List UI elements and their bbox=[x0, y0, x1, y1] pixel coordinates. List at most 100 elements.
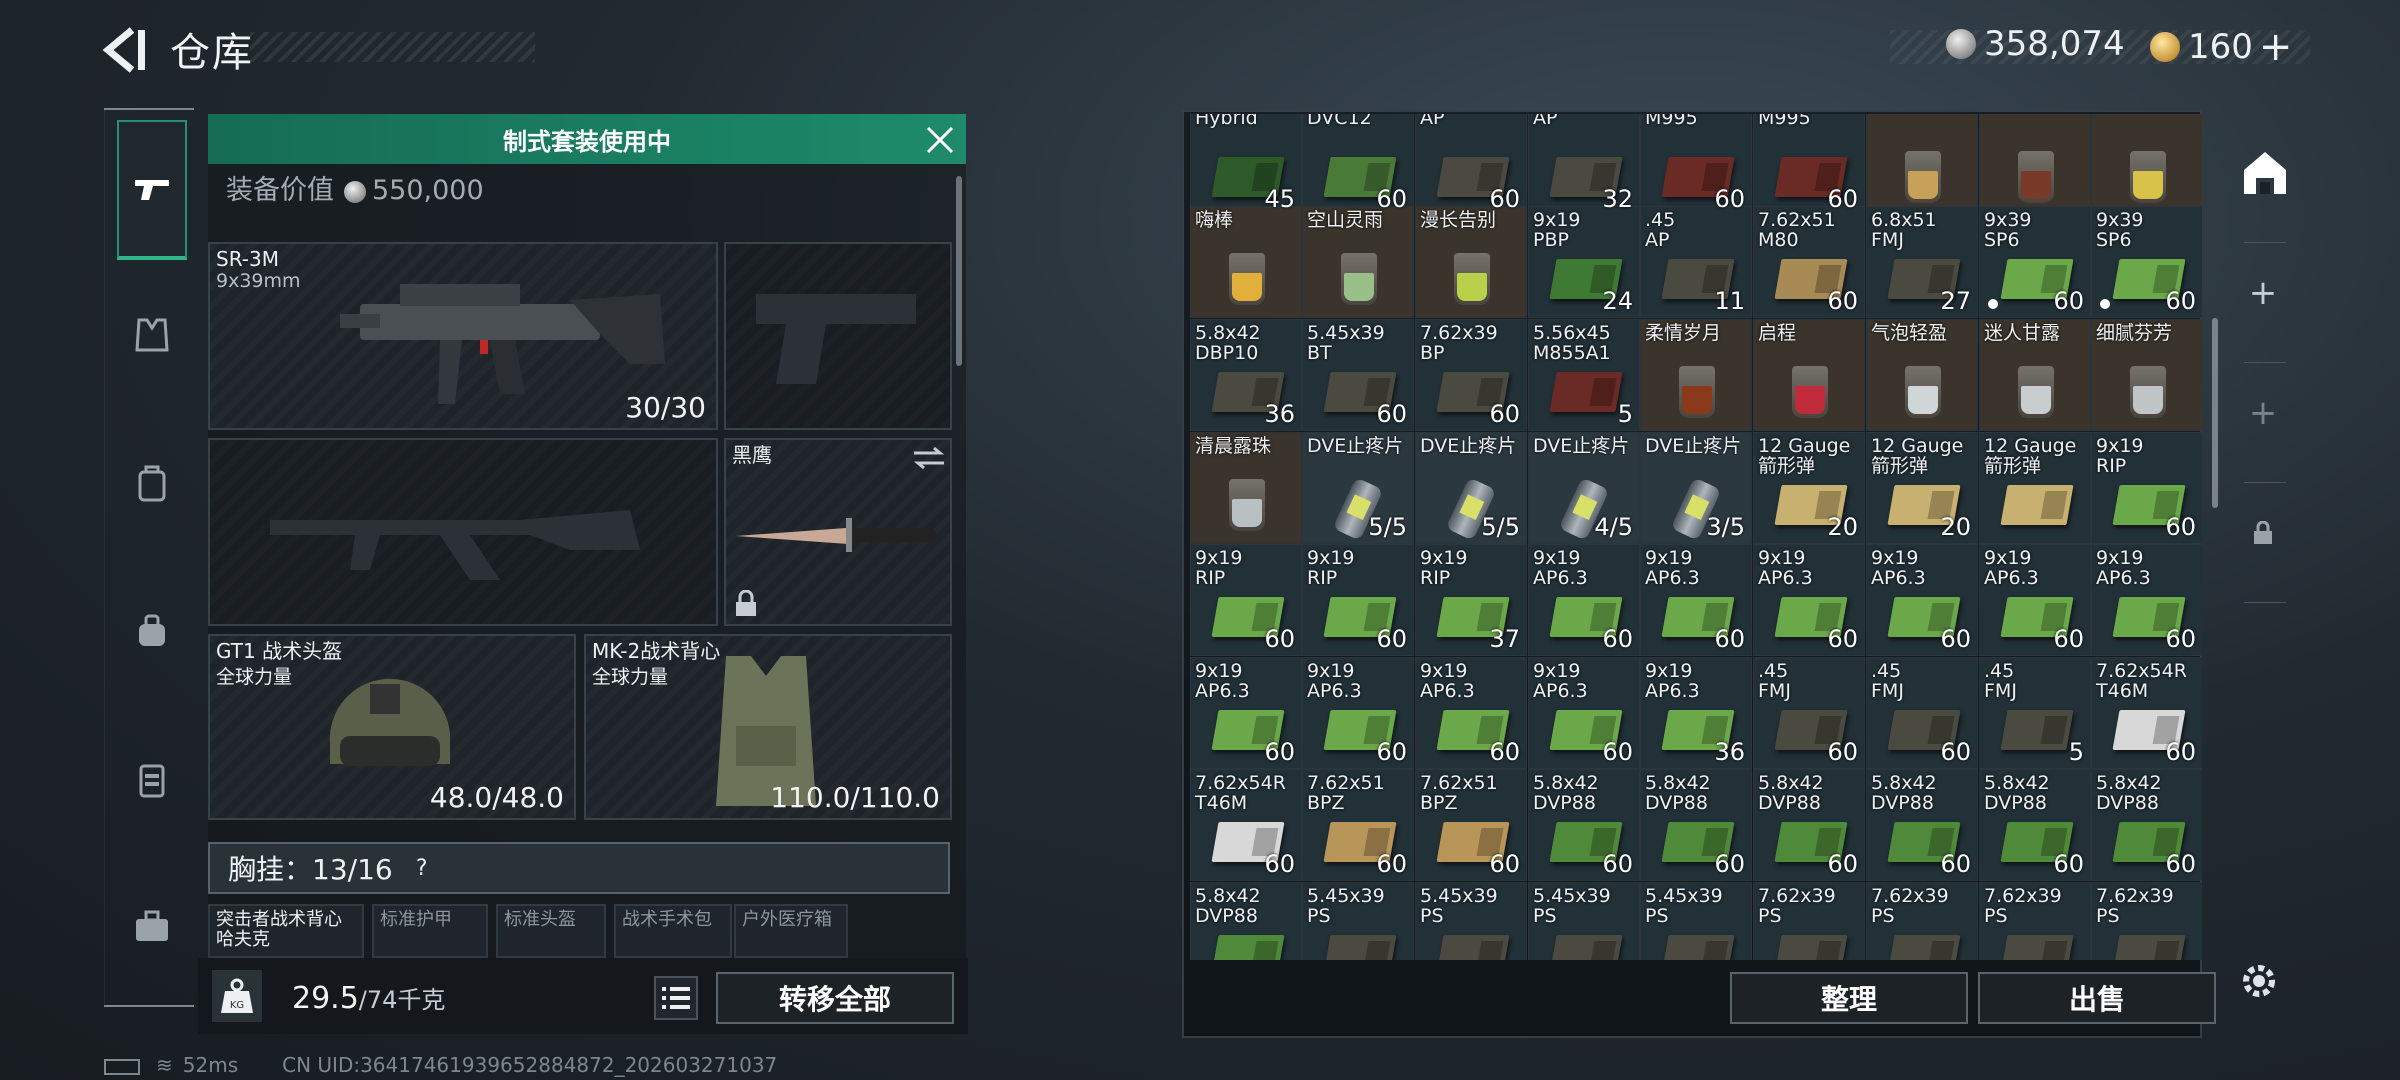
inventory-item[interactable]: 5.8x42 DBP10 36 bbox=[1190, 319, 1302, 431]
inventory-item[interactable]: AP 60 bbox=[1415, 114, 1527, 216]
chest-rig-row[interactable]: 胸挂：13/16? bbox=[208, 842, 950, 894]
inventory-item[interactable]: M995 60 bbox=[1640, 114, 1752, 216]
inventory-item[interactable]: 12 Gauge 箭形弹 20 bbox=[1866, 432, 1978, 544]
rig-item-slot[interactable]: 标准护甲 bbox=[372, 904, 488, 958]
back-button[interactable] bbox=[98, 22, 150, 78]
loadout-scrollbar[interactable] bbox=[956, 176, 962, 366]
inventory-item[interactable]: 9x19 AP6.3 60 bbox=[1190, 657, 1302, 769]
inventory-item[interactable]: 9x19 RIP 60 bbox=[1302, 544, 1414, 656]
inventory-item[interactable]: 7.62x54R T46M 60 bbox=[2091, 657, 2202, 769]
inventory-item[interactable]: 嗨棒 bbox=[1190, 206, 1302, 318]
inventory-item[interactable]: M995 60 bbox=[1753, 114, 1865, 216]
inventory-item[interactable]: 7.62x51 M80 60 bbox=[1753, 206, 1865, 318]
inventory-item[interactable]: DVE止疼片 5/5 bbox=[1302, 432, 1414, 544]
rig-item-slot[interactable]: 标准头盔 bbox=[496, 904, 606, 958]
inventory-item[interactable]: 9x19 RIP 37 bbox=[1415, 544, 1527, 656]
inventory-item[interactable]: 7.62x54R T46M 60 bbox=[1190, 769, 1302, 881]
inventory-item[interactable] bbox=[1979, 114, 2091, 216]
inventory-item[interactable]: 5.45x39 PS bbox=[1640, 882, 1752, 960]
inventory-item[interactable]: 5.8x42 DVP88 60 bbox=[1528, 769, 1640, 881]
sell-button[interactable]: 出售 bbox=[1978, 972, 2216, 1024]
inventory-item[interactable]: 5.45x39 PS bbox=[1302, 882, 1414, 960]
armor-slot[interactable]: MK-2战术背心 全球力量 110.0/110.0 bbox=[584, 634, 952, 820]
inventory-item[interactable] bbox=[2091, 114, 2202, 216]
secondary-weapon-slot[interactable] bbox=[208, 438, 718, 626]
close-preset-button[interactable] bbox=[920, 120, 960, 160]
inventory-item[interactable]: DVE止疼片 4/5 bbox=[1528, 432, 1640, 544]
inventory-item[interactable]: .45 FMJ 5 bbox=[1979, 657, 2091, 769]
inventory-item[interactable]: 清晨露珠 bbox=[1190, 432, 1302, 544]
swap-icon[interactable] bbox=[912, 446, 946, 470]
tab-storage[interactable] bbox=[2240, 148, 2290, 198]
inventory-item[interactable]: 9x19 AP6.3 60 bbox=[1979, 544, 2091, 656]
inventory-item[interactable]: 空山灵雨 bbox=[1302, 206, 1414, 318]
locked-page[interactable] bbox=[2240, 510, 2286, 556]
inventory-item[interactable]: DVC12 60 bbox=[1302, 114, 1414, 216]
inventory-item[interactable]: 7.62x51 BPZ 60 bbox=[1415, 769, 1527, 881]
transfer-all-button[interactable]: 转移全部 bbox=[716, 972, 954, 1024]
rig-item-slot[interactable]: 战术手术包 bbox=[614, 904, 732, 958]
nav-armor[interactable] bbox=[117, 300, 187, 370]
nav-rig[interactable] bbox=[117, 744, 187, 814]
inventory-item[interactable]: 迷人甘露 bbox=[1979, 319, 2091, 431]
inventory-item[interactable]: 5.8x42 DVP88 60 bbox=[1866, 769, 1978, 881]
add-currency-button[interactable]: + bbox=[2259, 24, 2293, 70]
inventory-item[interactable]: 9x39 SP6 60 bbox=[2091, 206, 2202, 318]
inventory-item[interactable]: AP 32 bbox=[1528, 114, 1640, 216]
primary-weapon-slot[interactable]: SR-3M 9x39mm 30/30 bbox=[208, 242, 718, 430]
inventory-item[interactable]: 7.62x39 BP 60 bbox=[1415, 319, 1527, 431]
inventory-item[interactable]: 9x19 AP6.3 36 bbox=[1640, 657, 1752, 769]
sort-button[interactable]: 整理 bbox=[1730, 972, 1968, 1024]
inventory-item[interactable]: .45 FMJ 60 bbox=[1753, 657, 1865, 769]
sidearm-slot[interactable] bbox=[724, 242, 952, 430]
storage-scrollbar[interactable] bbox=[2212, 318, 2218, 508]
inventory-item[interactable]: 7.62x39 PS bbox=[1979, 882, 2091, 960]
inventory-item[interactable]: 5.45x39 BT 60 bbox=[1302, 319, 1414, 431]
inventory-item[interactable]: 9x19 AP6.3 60 bbox=[2091, 544, 2202, 656]
add-page-button[interactable]: + bbox=[2240, 390, 2286, 436]
inventory-item[interactable]: 5.8x42 DVP88 60 bbox=[1979, 769, 2091, 881]
nav-weapons[interactable] bbox=[117, 120, 187, 260]
inventory-item[interactable]: 12 Gauge 箭形弹 20 bbox=[1753, 432, 1865, 544]
help-button[interactable]: ? bbox=[407, 853, 437, 883]
inventory-item[interactable]: 9x19 PBP 24 bbox=[1528, 206, 1640, 318]
inventory-item[interactable]: 9x19 AP6.3 60 bbox=[1302, 657, 1414, 769]
inventory-item[interactable]: 9x19 AP6.3 60 bbox=[1866, 544, 1978, 656]
helmet-slot[interactable]: GT1 战术头盔 全球力量 48.0/48.0 bbox=[208, 634, 576, 820]
inventory-item[interactable]: 5.45x39 PS bbox=[1415, 882, 1527, 960]
inventory-item[interactable]: 5.56x45 M855A1 5 bbox=[1528, 319, 1640, 431]
inventory-item[interactable]: 7.62x39 PS bbox=[1753, 882, 1865, 960]
inventory-item[interactable]: 9x19 RIP 60 bbox=[1190, 544, 1302, 656]
inventory-item[interactable]: 启程 bbox=[1753, 319, 1865, 431]
inventory-item[interactable]: 6.8x51 FMJ 27 bbox=[1866, 206, 1978, 318]
melee-slot[interactable]: 黑鹰 bbox=[724, 438, 952, 626]
inventory-item[interactable]: 7.62x39 PS bbox=[2091, 882, 2202, 960]
inventory-item[interactable]: .45 AP 11 bbox=[1640, 206, 1752, 318]
inventory-item[interactable]: 5.8x42 DVP88 bbox=[1190, 882, 1302, 960]
inventory-item[interactable]: 12 Gauge 箭形弹 bbox=[1979, 432, 2091, 544]
inventory-item[interactable]: 5.8x42 DVP88 60 bbox=[2091, 769, 2202, 881]
inventory-item[interactable]: DVE止疼片 5/5 bbox=[1415, 432, 1527, 544]
inventory-item[interactable]: 7.62x51 BPZ 60 bbox=[1302, 769, 1414, 881]
inventory-item[interactable]: 9x19 AP6.3 60 bbox=[1528, 544, 1640, 656]
inventory-item[interactable] bbox=[1866, 114, 1978, 216]
inventory-item[interactable]: 9x19 AP6.3 60 bbox=[1415, 657, 1527, 769]
inventory-item[interactable]: 9x19 AP6.3 60 bbox=[1640, 544, 1752, 656]
inventory-item[interactable]: 9x19 AP6.3 60 bbox=[1753, 544, 1865, 656]
inventory-item[interactable]: 9x19 AP6.3 60 bbox=[1528, 657, 1640, 769]
inventory-item[interactable]: 漫长告别 bbox=[1415, 206, 1527, 318]
nav-bag[interactable] bbox=[117, 596, 187, 666]
inventory-item[interactable]: DVE止疼片 3/5 bbox=[1640, 432, 1752, 544]
nav-backpack[interactable] bbox=[117, 448, 187, 518]
nav-case[interactable] bbox=[117, 892, 187, 962]
inventory-item[interactable]: Hybrid 45 bbox=[1190, 114, 1302, 216]
add-page-button[interactable]: + bbox=[2240, 270, 2286, 316]
inventory-item[interactable]: 柔情岁月 bbox=[1640, 319, 1752, 431]
settings-button[interactable] bbox=[2234, 956, 2284, 1006]
inventory-item[interactable]: 细腻芬芳 bbox=[2091, 319, 2202, 431]
rig-item-slot[interactable]: 突击者战术背心 哈夫克 bbox=[208, 904, 364, 958]
inventory-item[interactable]: 9x39 SP6 60 bbox=[1979, 206, 2091, 318]
inventory-item[interactable]: 7.62x39 PS bbox=[1866, 882, 1978, 960]
rig-item-slot[interactable]: 户外医疗箱 bbox=[734, 904, 848, 958]
inventory-item[interactable]: 气泡轻盈 bbox=[1866, 319, 1978, 431]
